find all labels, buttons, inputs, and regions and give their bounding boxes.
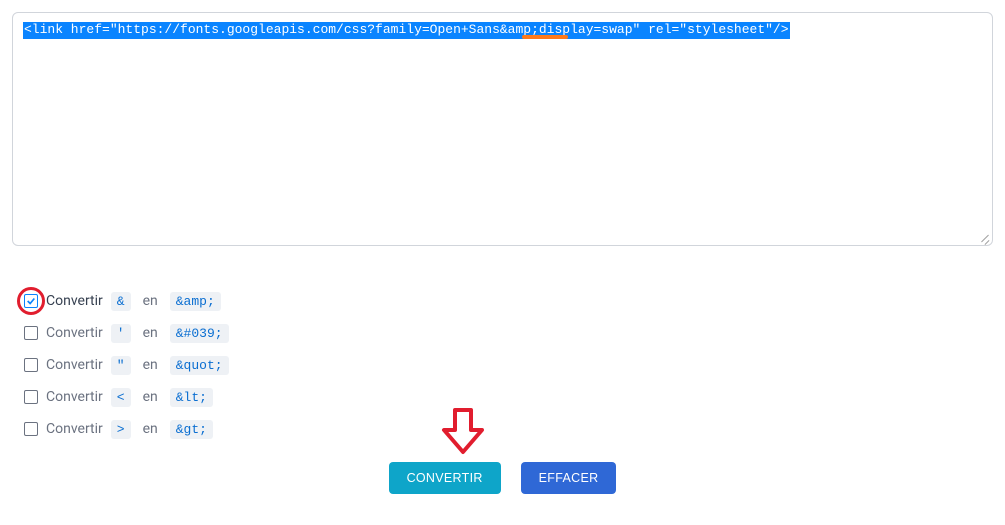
checkbox-amp[interactable]: [24, 294, 38, 308]
option-row-gt: Convertir > en &gt;: [24, 414, 993, 444]
check-icon: [26, 296, 36, 306]
button-row: CONVERTIR EFFACER: [12, 462, 993, 494]
clear-button[interactable]: EFFACER: [521, 462, 617, 494]
option-label: Convertir: [46, 389, 103, 405]
option-row-lt: Convertir < en &lt;: [24, 382, 993, 412]
options-list: Convertir & en &amp; Convertir ' en &#03…: [24, 286, 993, 444]
option-from: ": [111, 356, 131, 375]
option-label: Convertir: [46, 357, 103, 373]
option-from: &: [111, 292, 131, 311]
option-from: <: [111, 388, 131, 407]
option-to: &amp;: [170, 292, 221, 311]
option-row-quot: Convertir " en &quot;: [24, 350, 993, 380]
option-to: &gt;: [170, 420, 213, 439]
option-to: &quot;: [170, 356, 229, 375]
input-textarea[interactable]: <link href="https://fonts.googleapis.com…: [12, 12, 993, 246]
checkbox-lt[interactable]: [24, 390, 38, 404]
option-from: ': [111, 324, 131, 343]
checkbox-quot[interactable]: [24, 358, 38, 372]
option-mid: en: [143, 293, 158, 309]
option-mid: en: [143, 357, 158, 373]
resize-handle-icon: [976, 229, 990, 243]
convert-button[interactable]: CONVERTIR: [389, 462, 501, 494]
checkbox-apos[interactable]: [24, 326, 38, 340]
checkbox-gt[interactable]: [24, 422, 38, 436]
option-row-amp: Convertir & en &amp;: [24, 286, 993, 316]
option-to: &#039;: [170, 324, 229, 343]
option-from: >: [111, 420, 131, 439]
option-label: Convertir: [46, 293, 103, 309]
option-mid: en: [143, 325, 158, 341]
textarea-content: <link href="https://fonts.googleapis.com…: [23, 22, 790, 39]
highlight-underline: [522, 35, 568, 39]
option-mid: en: [143, 389, 158, 405]
option-mid: en: [143, 421, 158, 437]
option-to: &lt;: [170, 388, 213, 407]
option-label: Convertir: [46, 421, 103, 437]
option-row-apos: Convertir ' en &#039;: [24, 318, 993, 348]
option-label: Convertir: [46, 325, 103, 341]
